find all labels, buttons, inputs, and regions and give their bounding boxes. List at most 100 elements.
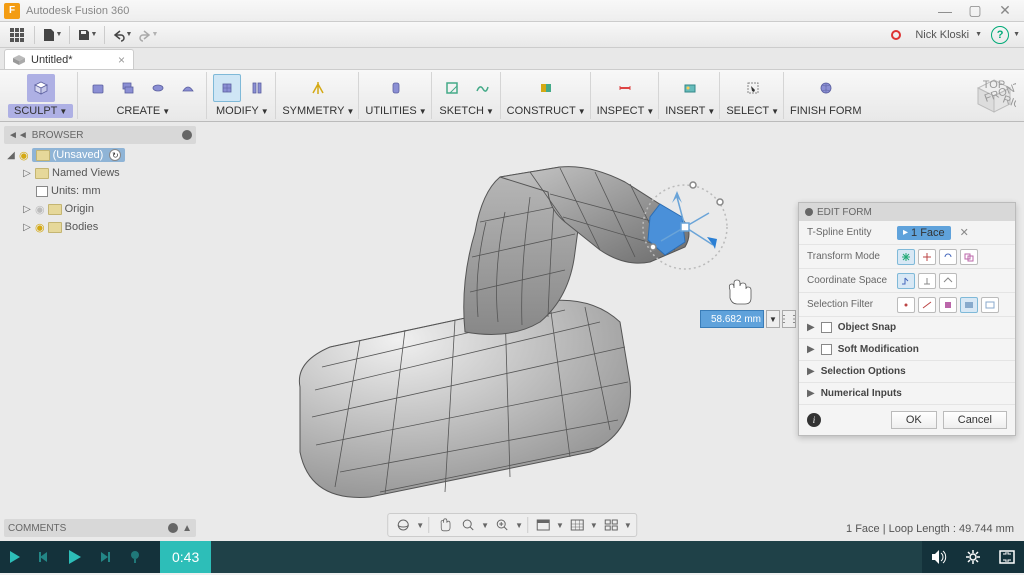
- app-icon: F: [4, 3, 20, 19]
- transform-scale-icon[interactable]: [960, 249, 978, 265]
- fullscreen-button[interactable]: [990, 541, 1024, 573]
- close-tab-icon[interactable]: ×: [118, 53, 125, 67]
- tree-item-units[interactable]: Units: mm: [4, 182, 196, 200]
- coord-world-icon[interactable]: [897, 273, 915, 289]
- save-button[interactable]: ▼: [75, 25, 99, 45]
- ribbon-utilities[interactable]: UTILITIES▼: [361, 72, 431, 119]
- filter-all-icon[interactable]: [981, 297, 999, 313]
- ribbon-create[interactable]: CREATE▼: [80, 72, 207, 119]
- dimension-input[interactable]: [700, 310, 764, 328]
- clear-entity-icon[interactable]: ✕: [960, 226, 969, 239]
- browser-panel: ◄◄ BROWSER ◢ ◉ (Unsaved) ↻ ▷ Named Views: [4, 126, 196, 238]
- step-fwd-button[interactable]: [90, 541, 120, 573]
- ribbon-modify[interactable]: MODIFY▼: [209, 72, 276, 119]
- checkbox[interactable]: [821, 344, 832, 355]
- pin-icon[interactable]: [168, 523, 178, 533]
- dimension-dropdown[interactable]: ▼: [766, 310, 780, 328]
- restore-icon[interactable]: ↻: [109, 149, 121, 161]
- close-button[interactable]: ✕: [990, 0, 1020, 22]
- cancel-button[interactable]: Cancel: [943, 411, 1007, 429]
- progress-track[interactable]: [211, 541, 922, 573]
- pin-icon[interactable]: [182, 130, 192, 140]
- document-tab-label: Untitled*: [31, 54, 73, 66]
- undo-button[interactable]: ▼: [110, 25, 134, 45]
- document-tabs: Untitled* ×: [0, 48, 1024, 70]
- transform-multi-icon[interactable]: [897, 249, 915, 265]
- view-cube[interactable]: FRONTRIGHTTOP: [972, 74, 1016, 118]
- folder-icon: [48, 204, 62, 215]
- ribbon-symmetry[interactable]: SYMMETRY▼: [278, 72, 359, 119]
- help-button[interactable]: ?: [988, 25, 1012, 45]
- edit-form-header[interactable]: EDIT FORM: [799, 203, 1015, 221]
- ribbon-sketch[interactable]: SKETCH▼: [434, 72, 501, 119]
- new-file-button[interactable]: ▼: [40, 25, 64, 45]
- zoom-icon[interactable]: [457, 515, 479, 535]
- orbit-icon[interactable]: [392, 515, 414, 535]
- coord-view-icon[interactable]: [918, 273, 936, 289]
- filter-edge-icon[interactable]: [918, 297, 936, 313]
- svg-text:RIGHT: RIGHT: [1001, 94, 1016, 117]
- filter-body-icon[interactable]: [960, 297, 978, 313]
- viewport[interactable]: ◄◄ BROWSER ◢ ◉ (Unsaved) ↻ ▷ Named Views: [0, 122, 1024, 541]
- viewport-layout-icon[interactable]: [600, 515, 622, 535]
- minimize-button[interactable]: —: [930, 0, 960, 22]
- doc-icon: [36, 186, 48, 197]
- fit-icon[interactable]: [491, 515, 513, 535]
- ribbon-select[interactable]: SELECT▼: [722, 72, 784, 119]
- pan-icon[interactable]: [433, 515, 455, 535]
- display-toolbar: ▼ ▼ ▼ ▼ ▼ ▼: [387, 513, 637, 537]
- record-button[interactable]: [884, 25, 908, 45]
- browser-header[interactable]: ◄◄ BROWSER: [4, 126, 196, 144]
- volume-button[interactable]: [922, 541, 956, 573]
- grid-menu-button[interactable]: [5, 25, 29, 45]
- step-back-button[interactable]: [30, 541, 60, 573]
- settings-button[interactable]: [956, 541, 990, 573]
- tree-item-bodies[interactable]: ▷ ◉ Bodies: [4, 218, 196, 236]
- object-snap-row[interactable]: ▶Object Snap: [799, 317, 1015, 339]
- selection-options-row[interactable]: ▶Selection Options: [799, 361, 1015, 383]
- transform-move-icon[interactable]: [918, 249, 936, 265]
- grid-display-icon[interactable]: [566, 515, 588, 535]
- folder-icon: [36, 150, 50, 161]
- checkbox[interactable]: [821, 322, 832, 333]
- filter-vertex-icon[interactable]: [897, 297, 915, 313]
- ok-button[interactable]: OK: [891, 411, 937, 429]
- pin-icon[interactable]: [805, 208, 813, 216]
- cube-icon: [13, 55, 25, 65]
- tree-item-origin[interactable]: ▷ ◉ Origin: [4, 200, 196, 218]
- tree-item-named-views[interactable]: ▷ Named Views: [4, 164, 196, 182]
- numerical-inputs-row[interactable]: ▶Numerical Inputs: [799, 383, 1015, 405]
- lightbulb-icon[interactable]: ◉: [19, 149, 29, 162]
- info-icon[interactable]: i: [807, 413, 821, 427]
- ribbon: SCULPT▼ CREATE▼ MODIFY▼ SYMMETRY▼ UTILIT…: [0, 70, 1024, 122]
- maximize-button[interactable]: ▢: [960, 0, 990, 22]
- display-style-icon[interactable]: [532, 515, 554, 535]
- play-button[interactable]: [0, 541, 30, 573]
- entity-chip[interactable]: ▸ 1 Face: [897, 226, 951, 240]
- app-title: Autodesk Fusion 360: [26, 5, 129, 17]
- coord-local-icon[interactable]: [939, 273, 957, 289]
- document-tab[interactable]: Untitled* ×: [4, 49, 134, 69]
- status-text: 1 Face | Loop Length : 49.744 mm: [846, 523, 1014, 535]
- ribbon-inspect[interactable]: INSPECT▼: [593, 72, 660, 119]
- filter-face-icon[interactable]: [939, 297, 957, 313]
- folder-icon: [48, 222, 62, 233]
- big-play-button[interactable]: [60, 541, 90, 573]
- transform-rotate-icon[interactable]: [939, 249, 957, 265]
- marker-button[interactable]: [120, 541, 150, 573]
- dimension-input-box: ▼ ⋮⋮: [700, 310, 796, 328]
- user-menu[interactable]: Nick Kloski: [915, 29, 969, 41]
- expand-icon[interactable]: ◢: [6, 150, 16, 161]
- ribbon-sculpt[interactable]: SCULPT▼: [4, 72, 78, 119]
- redo-button[interactable]: ▼: [136, 25, 160, 45]
- title-bar: F Autodesk Fusion 360 — ▢ ✕: [0, 0, 1024, 22]
- lightbulb-icon[interactable]: ◉: [35, 203, 45, 216]
- comments-panel[interactable]: COMMENTS ▲: [4, 519, 196, 537]
- dimension-options[interactable]: ⋮⋮: [782, 310, 796, 328]
- ribbon-construct[interactable]: CONSTRUCT▼: [503, 72, 591, 119]
- soft-mod-row[interactable]: ▶Soft Modification: [799, 339, 1015, 361]
- ribbon-finish-form[interactable]: FINISH FORM: [786, 72, 866, 119]
- lightbulb-icon[interactable]: ◉: [35, 221, 45, 234]
- ribbon-insert[interactable]: INSERT▼: [661, 72, 720, 119]
- video-player-bar: 0:43: [0, 541, 1024, 573]
